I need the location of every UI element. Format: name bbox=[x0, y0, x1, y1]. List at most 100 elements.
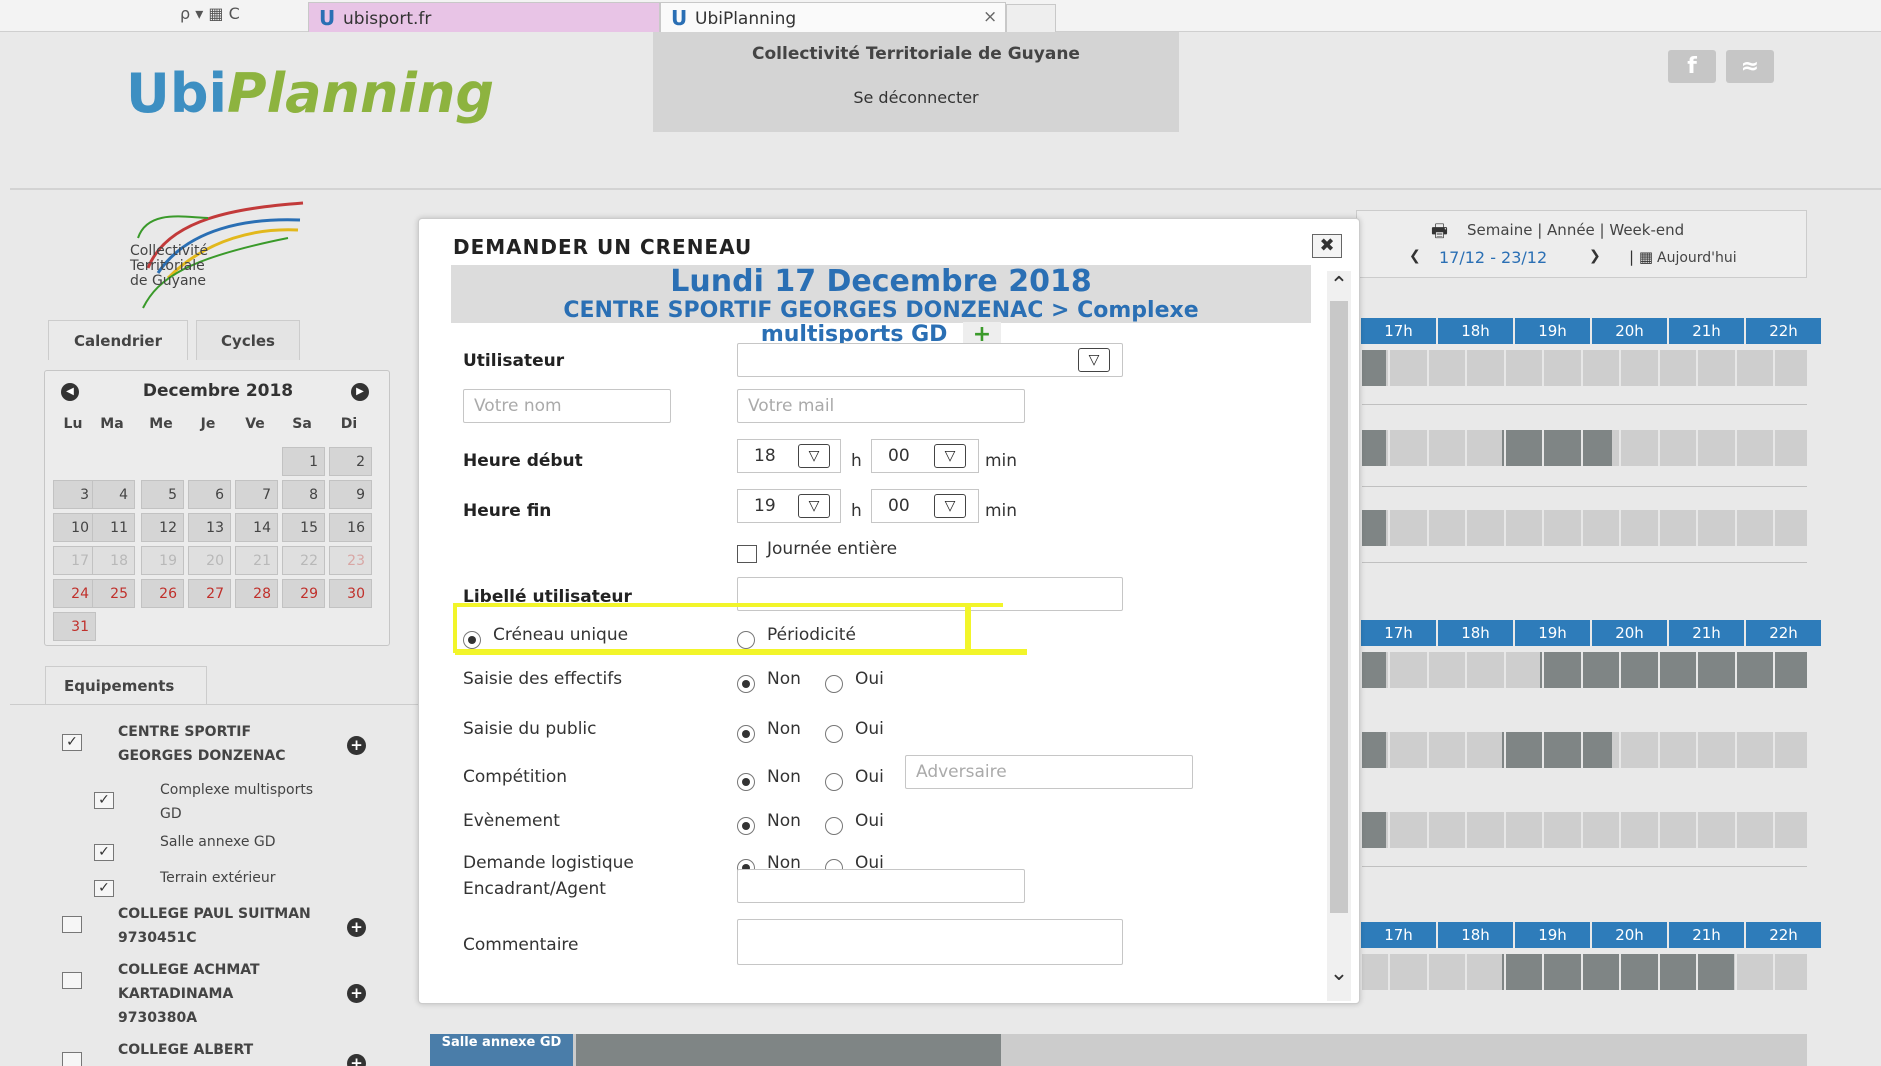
calendar-day[interactable]: 7 bbox=[235, 480, 278, 509]
busy-slot[interactable] bbox=[1362, 652, 1386, 688]
equipment-label[interactable]: 9730380A bbox=[118, 1006, 197, 1030]
calendar-day[interactable]: 28 bbox=[235, 579, 278, 608]
equipment-checkbox[interactable]: ✓ bbox=[62, 734, 82, 751]
close-icon[interactable]: ✖ bbox=[1312, 234, 1342, 258]
email-input[interactable]: Votre mail bbox=[737, 389, 1025, 423]
user-select[interactable]: ▽ bbox=[737, 343, 1123, 377]
competition-non-radio[interactable] bbox=[737, 773, 755, 791]
end-minute-select[interactable]: 00 ▽ bbox=[871, 489, 979, 523]
equipment-label[interactable]: Salle annexe GD bbox=[160, 830, 276, 854]
planning-row[interactable] bbox=[1362, 732, 1807, 768]
calendar-day[interactable]: 22 bbox=[282, 546, 325, 575]
planning-row[interactable] bbox=[1362, 652, 1807, 688]
equipment-label[interactable]: KARTADINAMA bbox=[118, 982, 233, 1006]
full-day-checkbox[interactable] bbox=[737, 545, 757, 563]
equipment-label[interactable]: COLLEGE ACHMAT bbox=[118, 958, 260, 982]
planning-row[interactable] bbox=[1362, 812, 1807, 848]
equipment-checkbox[interactable]: ✓ bbox=[94, 880, 114, 897]
next-week-icon[interactable]: ❯ bbox=[1589, 248, 1601, 264]
scroll-up-icon[interactable]: ⌃ bbox=[1327, 273, 1351, 298]
planning-row[interactable] bbox=[1362, 510, 1807, 546]
expand-icon[interactable]: + bbox=[347, 984, 366, 1003]
week-range[interactable]: 17/12 - 23/12 bbox=[1439, 248, 1547, 267]
next-month-icon[interactable]: ▶ bbox=[351, 383, 369, 401]
equipment-label[interactable]: COLLEGE PAUL SUITMAN bbox=[118, 902, 311, 926]
tab-ubisport[interactable]: U ubisport.fr bbox=[308, 2, 660, 32]
planning-row[interactable] bbox=[1362, 350, 1807, 386]
expand-icon[interactable]: + bbox=[347, 918, 366, 937]
calendar-day[interactable]: 26 bbox=[141, 579, 184, 608]
calendar-day[interactable]: 2 bbox=[329, 447, 372, 476]
evenement-oui-radio[interactable] bbox=[825, 817, 843, 835]
tab-cycles[interactable]: Cycles bbox=[196, 320, 300, 360]
public-oui-radio[interactable] bbox=[825, 725, 843, 743]
calendar-day[interactable]: 21 bbox=[235, 546, 278, 575]
equipment-checkbox[interactable] bbox=[62, 916, 82, 933]
calendar-day[interactable]: 1 bbox=[282, 447, 325, 476]
today-link[interactable]: Aujourd'hui bbox=[1657, 250, 1737, 266]
calendar-day[interactable]: 12 bbox=[141, 513, 184, 542]
calendar-day[interactable]: 14 bbox=[235, 513, 278, 542]
calendar-day[interactable]: 24 bbox=[53, 579, 96, 608]
new-tab-button[interactable] bbox=[1006, 4, 1056, 32]
equipment-checkbox[interactable] bbox=[62, 972, 82, 989]
equipment-label[interactable]: Complexe multisports bbox=[160, 778, 313, 802]
equipment-label[interactable]: 9730451C bbox=[118, 926, 196, 950]
busy-slot[interactable] bbox=[1362, 732, 1386, 768]
busy-slot[interactable] bbox=[1502, 954, 1734, 990]
creneau-unique-radio[interactable] bbox=[463, 631, 481, 649]
calendar-day[interactable]: 18 bbox=[92, 546, 135, 575]
evenement-non-radio[interactable] bbox=[737, 817, 755, 835]
prev-week-icon[interactable]: ❮ bbox=[1409, 248, 1421, 264]
busy-slot[interactable] bbox=[1502, 732, 1612, 768]
calendar-day[interactable]: 23 bbox=[329, 546, 372, 575]
equipment-label[interactable]: COLLEGE ALBERT bbox=[118, 1038, 253, 1062]
calendar-day[interactable]: 15 bbox=[282, 513, 325, 542]
calendar-day[interactable]: 20 bbox=[188, 546, 231, 575]
effectifs-non-radio[interactable] bbox=[737, 675, 755, 693]
competition-oui-radio[interactable] bbox=[825, 773, 843, 791]
room-label[interactable]: Salle annexe GD bbox=[430, 1034, 573, 1066]
calendar-day[interactable]: 11 bbox=[92, 513, 135, 542]
tab-close-icon[interactable]: × bbox=[983, 7, 997, 27]
equipment-label[interactable]: Terrain extérieur bbox=[160, 866, 276, 890]
comment-textarea[interactable] bbox=[737, 919, 1123, 965]
calendar-day[interactable]: 9 bbox=[329, 480, 372, 509]
busy-slot[interactable] bbox=[1362, 430, 1386, 466]
equipment-checkbox[interactable]: ✓ bbox=[94, 792, 114, 809]
calendar-day[interactable]: 29 bbox=[282, 579, 325, 608]
tab-ubiplanning[interactable]: U UbiPlanning × bbox=[660, 2, 1006, 32]
end-hour-select[interactable]: 19 ▽ bbox=[737, 489, 841, 523]
calendar-day[interactable]: 6 bbox=[188, 480, 231, 509]
facebook-icon[interactable]: f bbox=[1668, 50, 1716, 83]
calendar-day[interactable]: 5 bbox=[141, 480, 184, 509]
address-bar-icons[interactable]: ρ ▾ ▦ C bbox=[180, 4, 240, 23]
calendar-day[interactable]: 25 bbox=[92, 579, 135, 608]
calendar-day[interactable]: 3 bbox=[53, 480, 96, 509]
equipment-label[interactable]: GD bbox=[160, 802, 182, 826]
ubiplanning-logo[interactable]: UbiPlanning bbox=[126, 62, 494, 125]
calendar-day[interactable]: 16 bbox=[329, 513, 372, 542]
busy-slot[interactable] bbox=[1502, 430, 1612, 466]
calendar-day[interactable]: 27 bbox=[188, 579, 231, 608]
periodicite-radio[interactable] bbox=[737, 631, 755, 649]
name-input[interactable]: Votre nom bbox=[463, 389, 671, 423]
busy-slot[interactable] bbox=[1362, 350, 1386, 386]
calendar-day[interactable]: 4 bbox=[92, 480, 135, 509]
adversaire-input[interactable]: Adversaire bbox=[905, 755, 1193, 789]
tab-calendrier[interactable]: Calendrier bbox=[48, 320, 188, 360]
busy-slot[interactable] bbox=[576, 1034, 1001, 1066]
equipment-label[interactable]: CENTRE SPORTIF bbox=[118, 720, 251, 744]
busy-slot[interactable] bbox=[1362, 812, 1386, 848]
effectifs-oui-radio[interactable] bbox=[825, 675, 843, 693]
calendar-day[interactable]: 8 bbox=[282, 480, 325, 509]
planning-row[interactable] bbox=[1362, 430, 1807, 466]
expand-icon[interactable]: + bbox=[347, 736, 366, 755]
calendar-day[interactable]: 31 bbox=[53, 612, 96, 641]
start-hour-select[interactable]: 18 ▽ bbox=[737, 439, 841, 473]
equipment-checkbox[interactable]: ✓ bbox=[94, 844, 114, 861]
expand-icon[interactable]: + bbox=[347, 1054, 366, 1066]
start-minute-select[interactable]: 00 ▽ bbox=[871, 439, 979, 473]
rss-icon[interactable]: ≈ bbox=[1726, 50, 1774, 83]
calendar-day[interactable]: 17 bbox=[53, 546, 96, 575]
